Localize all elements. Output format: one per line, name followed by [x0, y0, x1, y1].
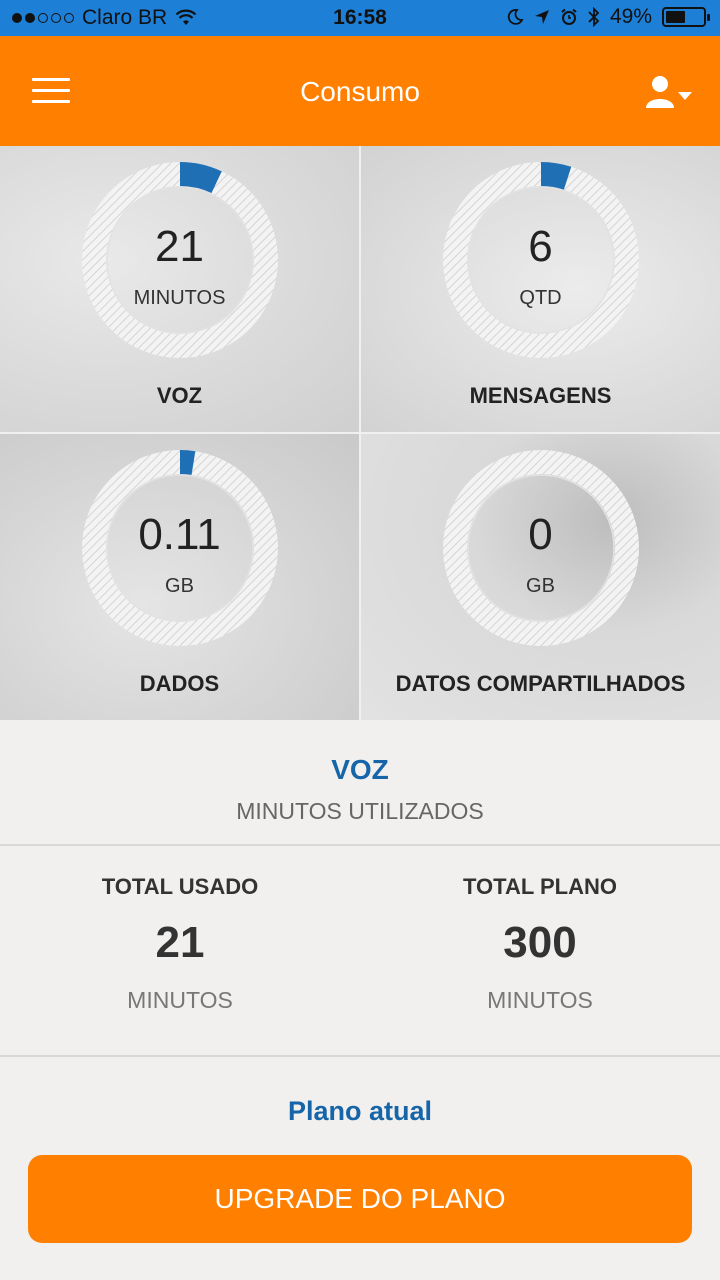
alarm-icon — [561, 8, 577, 25]
total-used-unit: MINUTOS — [127, 987, 233, 1013]
tile-label: DATOS COMPARTILHADOS — [395, 671, 686, 696]
consumption-grid: 21 MINUTOS VOZ 6 QTD MENSAGENS 0.11 GB D… — [0, 146, 720, 720]
gauge-value: 21 — [155, 222, 204, 271]
summary-title: VOZ — [331, 754, 389, 785]
moon-icon — [507, 9, 524, 25]
total-used-value: 21 — [155, 918, 205, 967]
divider — [0, 1055, 720, 1057]
tile-label: MENSAGENS — [469, 383, 612, 408]
total-used-heading: TOTAL USADO — [101, 874, 259, 899]
page-title: Consumo — [300, 76, 420, 107]
battery-percent: 49% — [609, 5, 652, 28]
gauge-unit: GB — [526, 575, 555, 597]
gauge-unit: QTD — [519, 287, 562, 309]
total-plan-heading: TOTAL PLANO — [463, 874, 617, 899]
status-bar: Claro BR 16:58 49% — [0, 0, 720, 36]
gauge-value: 6 — [528, 222, 553, 271]
divider — [0, 844, 720, 846]
total-plan-unit: MINUTOS — [487, 987, 593, 1013]
gauge-unit: MINUTOS — [133, 287, 226, 309]
app-header: Consumo — [0, 36, 720, 146]
upgrade-plan-button[interactable]: UPGRADE DO PLANO — [28, 1155, 692, 1243]
tile-label: DADOS — [139, 671, 220, 696]
total-plan-value: 300 — [503, 918, 577, 967]
gauge-value: 0.11 — [138, 510, 221, 559]
current-plan-link[interactable]: Plano atual — [0, 1096, 720, 1127]
tile-datos-compartilhados[interactable]: 0 GB DATOS COMPARTILHADOS — [361, 434, 720, 720]
summary-subtitle: MINUTOS UTILIZADOS — [236, 798, 484, 824]
tile-mensagens[interactable]: 6 QTD MENSAGENS — [361, 146, 720, 432]
location-arrow-icon — [534, 10, 549, 24]
user-dropdown-icon[interactable] — [644, 74, 696, 110]
battery-icon — [662, 7, 710, 27]
tile-voz[interactable]: 21 MINUTOS VOZ — [0, 146, 359, 432]
gauge-value: 0 — [528, 510, 553, 559]
tile-label: VOZ — [156, 383, 203, 408]
bluetooth-icon — [588, 7, 600, 27]
gauge-unit: GB — [165, 575, 194, 597]
tile-dados[interactable]: 0.11 GB DADOS — [0, 434, 359, 720]
